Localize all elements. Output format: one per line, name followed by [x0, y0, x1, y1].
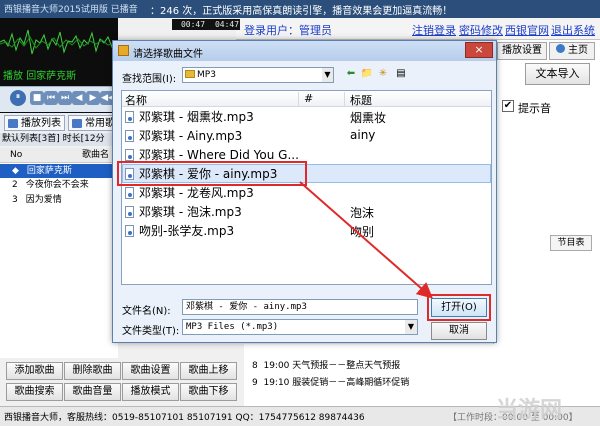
tab-playlist[interactable]: 播放列表 — [4, 115, 65, 131]
pause-button[interactable]: ⏸ — [10, 90, 26, 106]
tab-play-settings[interactable]: 播放设置 — [497, 42, 547, 60]
look-in-select[interactable]: MP3 — [182, 67, 334, 83]
previous-button[interactable]: ⏮ — [44, 91, 58, 105]
file-title: ainy — [350, 128, 376, 142]
waveform-visualizer — [0, 29, 118, 55]
schedule-row[interactable]: 8 19:00 天气预报－－整点天气预报 — [252, 358, 400, 371]
audio-file-icon — [125, 187, 134, 199]
grid-icon — [72, 119, 82, 128]
look-in-label: 查找范围(I): — [122, 74, 177, 85]
back-icon[interactable]: ⬅ — [344, 67, 358, 81]
file-title: 吻别 — [350, 225, 375, 239]
column-divider — [344, 92, 345, 106]
file-title: 烟熏妆 — [350, 111, 387, 125]
app-notice: ：246 次，正式版采用高保真朗读引擎，播音效果会更加逼真流畅！ — [150, 6, 453, 17]
password-change-link[interactable]: 密码修改 — [459, 22, 503, 38]
col-song-name: 歌曲名 — [82, 150, 110, 160]
app-title: 西银播音大师2015试用版 已播音 — [4, 5, 138, 15]
right-panel — [493, 40, 600, 406]
official-site-link[interactable]: 西银官网 — [505, 22, 549, 38]
view-menu-icon[interactable]: ▤ — [394, 67, 408, 81]
file-name-input[interactable]: 邓紫棋 - 爱你 - ainy.mp3 — [182, 299, 418, 315]
schedule-row[interactable]: 9 19:10 服装促销－－高峰期循环促销 — [252, 375, 409, 388]
playlist-icon — [8, 119, 18, 128]
watermark-logo: 当游网 — [496, 398, 563, 423]
file-name-label: 文件名(N): — [122, 306, 171, 317]
tab-home[interactable]: 主页 — [549, 42, 595, 60]
tab-program[interactable]: 节目表 — [550, 235, 592, 251]
home-icon — [556, 44, 565, 53]
logout-link[interactable]: 注销登录 — [412, 22, 456, 38]
tip-sound-label: 提示音 — [518, 102, 551, 115]
folder-icon — [185, 70, 195, 78]
col-title[interactable]: 标题 — [350, 92, 372, 108]
tab-common-songs[interactable]: 常用歌 — [68, 115, 118, 131]
col-number[interactable]: # — [304, 92, 313, 105]
file-title: 泡沫 — [350, 206, 375, 220]
status-text: 西银播音大师，客服热线：0519-85107101 85107191 QQ：17… — [4, 413, 365, 423]
file-type-label: 文件类型(T): — [122, 326, 180, 337]
up-folder-icon[interactable]: 📁 — [360, 67, 374, 81]
search-song-button[interactable]: 歌曲搜索 — [6, 383, 63, 401]
annotation-highlight-open — [427, 294, 491, 321]
audio-file-icon — [125, 206, 134, 218]
file-type-select[interactable]: MP3 Files (*.mp3) — [182, 319, 418, 335]
chevron-down-icon[interactable]: ▼ — [405, 320, 417, 334]
chevron-down-icon[interactable]: ▼ — [322, 68, 333, 82]
elapsed-time: 00:47 — [172, 19, 214, 30]
close-icon[interactable]: × — [465, 42, 493, 58]
total-time: 04:47 — [214, 19, 240, 30]
add-song-button[interactable]: 添加歌曲 — [6, 362, 63, 380]
audio-file-icon — [125, 149, 134, 161]
list-status: 默认列表[3首] 时长[12分 — [0, 133, 118, 146]
next-button[interactable]: ⏭ — [58, 91, 72, 105]
tip-sound-checkbox[interactable]: ✔ — [502, 100, 514, 112]
now-playing: 播放 回家萨克斯 — [3, 71, 77, 82]
audio-file-icon — [125, 225, 134, 237]
move-up-button[interactable]: 歌曲上移 — [180, 362, 237, 380]
delete-song-button[interactable]: 删除歌曲 — [64, 362, 121, 380]
exit-system-link[interactable]: 退出系统 — [551, 22, 595, 38]
rewind-button[interactable]: ◀ — [72, 91, 86, 105]
song-volume-button[interactable]: 歌曲音量 — [64, 383, 121, 401]
play-mode-button[interactable]: 播放模式 — [122, 383, 179, 401]
move-down-button[interactable]: 歌曲下移 — [180, 383, 237, 401]
song-settings-button[interactable]: 歌曲设置 — [122, 362, 179, 380]
song-list-header: No 歌曲名 — [0, 148, 118, 163]
cancel-button[interactable]: 取消 — [431, 322, 487, 340]
text-import-button[interactable]: 文本导入 — [525, 63, 590, 85]
stop-button[interactable]: ■ — [30, 91, 44, 105]
song-row[interactable]: ◆ 回家萨克斯 — [0, 164, 118, 178]
col-name[interactable]: 名称 — [125, 92, 147, 108]
audio-file-icon — [125, 130, 134, 142]
column-divider — [298, 92, 299, 106]
song-row[interactable]: 2 今夜你会不会来 — [0, 178, 118, 192]
col-no: No — [10, 150, 23, 160]
new-folder-icon[interactable]: ✳ — [376, 67, 390, 81]
login-user-label: 登录用户：管理员 — [244, 24, 332, 37]
annotation-highlight-file — [117, 161, 307, 186]
folder-icon — [118, 45, 129, 56]
forward-button[interactable]: ▶ — [86, 91, 100, 105]
audio-file-icon — [125, 111, 134, 123]
dialog-title: 请选择歌曲文件 — [133, 49, 203, 60]
song-row[interactable]: 3 因为爱情 — [0, 193, 118, 207]
